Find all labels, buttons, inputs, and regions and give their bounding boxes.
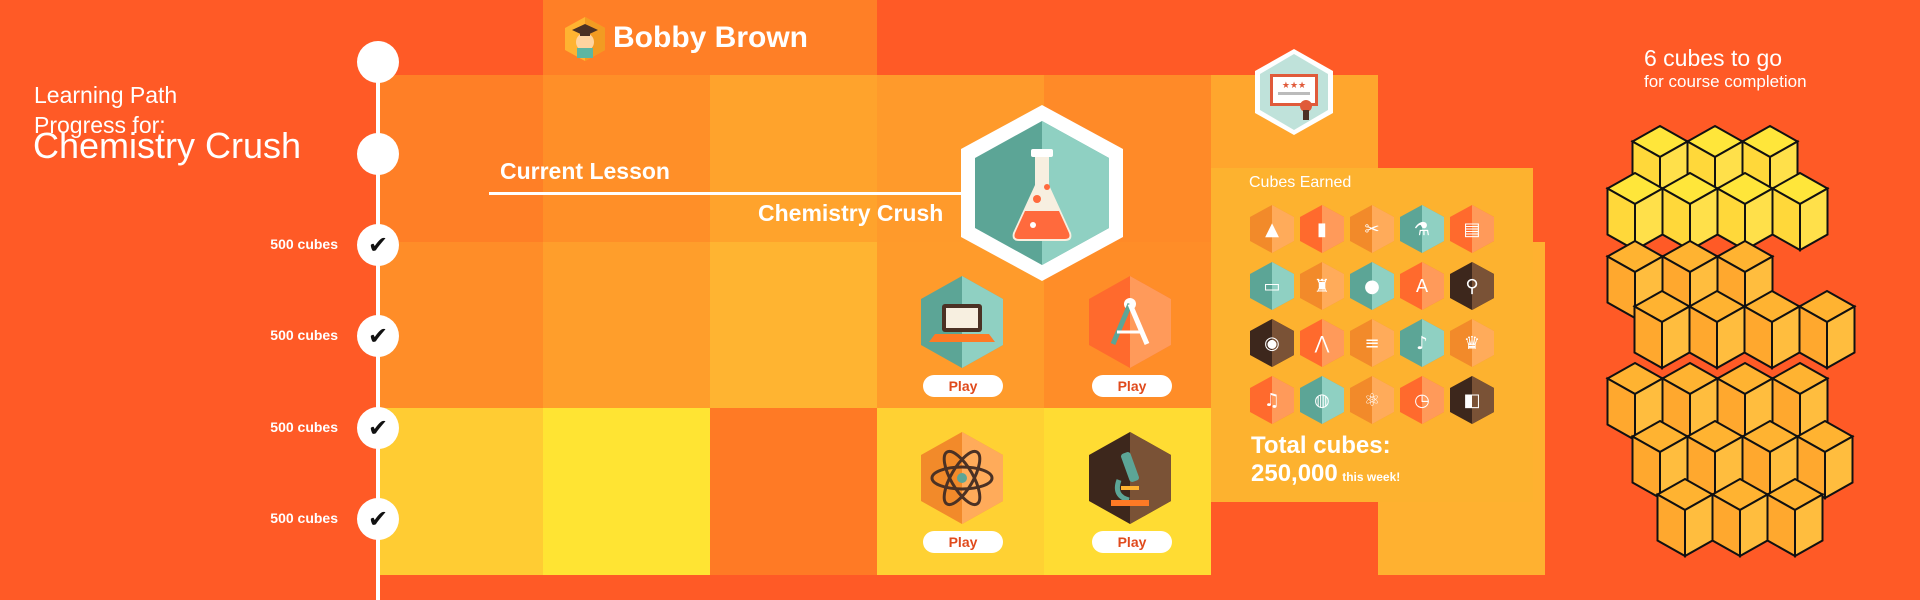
trophy-icon[interactable]: ♛ (1449, 318, 1495, 368)
graduation-cap-icon[interactable]: ▲ (1249, 204, 1295, 254)
graduate-avatar-icon (563, 16, 607, 62)
clock-icon[interactable]: ◷ (1399, 375, 1445, 425)
grid-cell (378, 408, 543, 575)
node-cubes-label: 500 cubes (270, 419, 338, 435)
cube-stack-progress (1590, 102, 1870, 572)
svg-text:♜: ♜ (1314, 276, 1330, 297)
svg-text:⚗: ⚗ (1414, 219, 1430, 240)
svg-text:◉: ◉ (1264, 333, 1280, 354)
svg-text:▭: ▭ (1263, 276, 1280, 297)
current-lesson-connector (489, 192, 971, 195)
progress-cube (1632, 289, 1692, 370)
current-lesson-name: Chemistry Crush (758, 200, 944, 226)
node-cubes-label: 500 cubes (270, 236, 338, 252)
svg-text:★★★: ★★★ (1282, 81, 1306, 91)
total-cubes-label: Total cubes: (1251, 432, 1391, 459)
play-button[interactable]: Play (1092, 375, 1172, 397)
flask-icon[interactable] (957, 103, 1127, 283)
progress-cube (1655, 477, 1715, 558)
svg-text:≡: ≡ (1364, 333, 1379, 354)
current-lesson-label: Current Lesson (500, 158, 670, 184)
total-cubes-period: this week! (1342, 470, 1401, 484)
total-cubes-value: 250,000 (1251, 460, 1338, 487)
books-stack-icon[interactable]: ≡ (1349, 318, 1395, 368)
robot-icon[interactable]: ♜ (1299, 261, 1345, 311)
abc-blocks-icon[interactable]: A (1399, 261, 1445, 311)
grid-cell (543, 408, 710, 575)
svg-text:♛: ♛ (1464, 333, 1480, 354)
svg-text:♪: ♪ (1416, 333, 1428, 354)
play-button[interactable]: Play (923, 375, 1003, 397)
checkmark-icon: ✔ (367, 414, 389, 442)
svg-text:♫: ♫ (1264, 390, 1280, 411)
flask-icon[interactable]: ⚗ (1399, 204, 1445, 254)
timeline-node-completed[interactable]: ✔ (357, 407, 399, 449)
open-book-icon[interactable]: ▤ (1449, 204, 1495, 254)
svg-text:◷: ◷ (1414, 390, 1430, 411)
bell-icon[interactable]: ♪ (1399, 318, 1445, 368)
compass-icon[interactable]: ⋀ (1299, 318, 1345, 368)
compass-icon[interactable] (1085, 274, 1175, 370)
timeline-node-completed[interactable]: ✔ (357, 315, 399, 357)
headphones-icon[interactable]: ◉ (1249, 318, 1295, 368)
atom-icon[interactable] (917, 430, 1007, 526)
scissors-icon[interactable]: ✂ (1349, 204, 1395, 254)
play-button[interactable]: Play (1092, 531, 1172, 553)
paint-icon[interactable]: ◧ (1449, 375, 1495, 425)
node-cubes-label: 500 cubes (270, 327, 338, 343)
svg-text:◍: ◍ (1314, 390, 1330, 411)
timeline-node-completed[interactable]: ✔ (357, 224, 399, 266)
progress-cube (1687, 289, 1747, 370)
laptop-icon[interactable]: ▭ (1249, 261, 1295, 311)
svg-text:◧: ◧ (1463, 390, 1480, 411)
svg-text:▮: ▮ (1317, 219, 1327, 240)
globe-icon[interactable]: ◍ (1299, 375, 1345, 425)
book-icon[interactable]: ▮ (1299, 204, 1345, 254)
total-cubes: 250,000 this week! (1251, 460, 1400, 488)
progress-cube (1710, 477, 1770, 558)
svg-text:A: A (1416, 276, 1429, 297)
grid-cell (710, 242, 877, 408)
microscope-icon[interactable] (1085, 430, 1175, 526)
violin-icon[interactable]: ♫ (1249, 375, 1295, 425)
timeline-node[interactable] (357, 41, 399, 83)
svg-text:●: ● (1364, 276, 1380, 297)
cubes-to-go-subtext: for course completion (1644, 72, 1807, 91)
grid-cell (378, 242, 543, 408)
basketball-icon[interactable]: ● (1349, 261, 1395, 311)
student-name: Bobby Brown (613, 21, 808, 54)
progress-cube (1770, 171, 1830, 252)
microscope-icon[interactable]: ⚲ (1449, 261, 1495, 311)
progress-cube (1605, 171, 1665, 252)
svg-text:⚲: ⚲ (1465, 276, 1478, 297)
grid-cell (543, 242, 710, 408)
checkmark-icon: ✔ (367, 505, 389, 533)
progress-cube (1660, 171, 1720, 252)
progress-cube (1715, 171, 1775, 252)
svg-text:⋀: ⋀ (1314, 333, 1330, 354)
cubes-to-go-count: 6 cubes to go (1644, 45, 1783, 71)
svg-text:▲: ▲ (1265, 219, 1279, 240)
checkmark-icon: ✔ (367, 322, 389, 350)
course-name: Chemistry Crush (33, 125, 302, 166)
grid-cell (710, 408, 877, 575)
title-line-1: Learning Path (34, 82, 178, 108)
progress-cube (1797, 289, 1857, 370)
checkmark-icon: ✔ (367, 231, 389, 259)
svg-text:✂: ✂ (1364, 219, 1379, 240)
svg-text:⚛: ⚛ (1364, 390, 1380, 411)
progress-cube (1765, 477, 1825, 558)
atom-icon[interactable]: ⚛ (1349, 375, 1395, 425)
timeline-node[interactable] (357, 133, 399, 175)
progress-cube (1742, 289, 1802, 370)
svg-text:▤: ▤ (1463, 219, 1480, 240)
node-cubes-label: 500 cubes (270, 510, 338, 526)
laptop-icon[interactable] (917, 274, 1007, 370)
play-button[interactable]: Play (923, 531, 1003, 553)
timeline-node-completed[interactable]: ✔ (357, 498, 399, 540)
certificate-icon[interactable]: ★★★ (1254, 48, 1334, 136)
cubes-earned-title: Cubes Earned (1249, 174, 1352, 191)
